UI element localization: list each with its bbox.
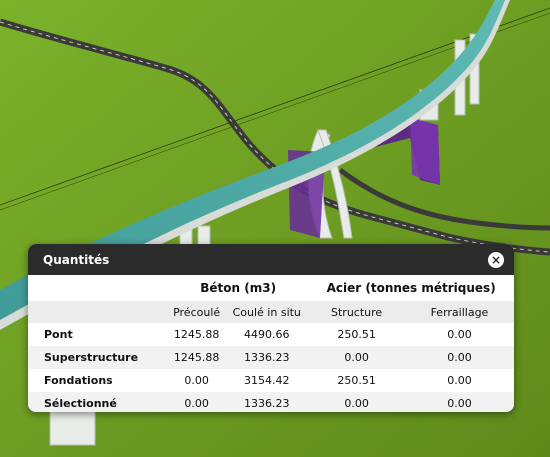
column-header: Ferraillage xyxy=(404,301,514,323)
table-cell: 4490.66 xyxy=(244,328,290,341)
close-button[interactable]: × xyxy=(488,251,504,268)
table-cell: 1245.88 xyxy=(168,346,226,369)
row-label: Pont xyxy=(44,328,73,341)
column-header: Coulé in situ xyxy=(225,301,309,323)
table-cell: 250.51 xyxy=(337,374,376,387)
table-cell: 1245.88 xyxy=(173,328,220,341)
group-acier-header: Acier (tonnes métriques) xyxy=(326,281,496,295)
quantities-table: Béton (m3) Acier (tonnes métriques) Préc… xyxy=(28,275,514,412)
table-cell: 0.00 xyxy=(404,392,514,412)
table-cell: 1336.23 xyxy=(225,346,309,369)
table-cell: 250.51 xyxy=(337,328,376,341)
table-cell: 3154.42 xyxy=(244,374,290,387)
row-label: Fondations xyxy=(44,374,113,387)
table-cell: 0.00 xyxy=(308,346,405,369)
table-cell: 0.00 xyxy=(168,392,226,412)
column-header: Précoulé xyxy=(168,301,226,323)
row-label: Superstructure xyxy=(28,346,168,369)
table-cell: 1336.23 xyxy=(225,392,309,412)
table-cell: 0.00 xyxy=(447,328,472,341)
table-cell: 0.00 xyxy=(308,392,405,412)
row-label: Sélectionné xyxy=(28,392,168,412)
table-row: Sélectionné 0.00 1336.23 0.00 0.00 xyxy=(28,392,514,412)
table-row: Pont 1245.88 4490.66 250.51 0.00 xyxy=(28,323,514,346)
panel-header: Quantités × xyxy=(28,244,514,275)
quantities-panel: Quantités × Béton (m3) Acier (tonnes mét… xyxy=(28,244,514,412)
column-header: Structure xyxy=(308,301,405,323)
column-header-row: Précoulé Coulé in situ Structure Ferrail… xyxy=(28,301,514,323)
panel-title: Quantités xyxy=(43,252,110,267)
table-cell: 0.00 xyxy=(447,374,472,387)
group-header-row: Béton (m3) Acier (tonnes métriques) xyxy=(28,275,514,301)
table-cell: 0.00 xyxy=(404,346,514,369)
table-row: Fondations 0.00 3154.42 250.51 0.00 xyxy=(28,369,514,392)
table-cell: 0.00 xyxy=(184,374,209,387)
group-beton-header: Béton (m3) xyxy=(200,281,277,295)
table-row: Superstructure 1245.88 1336.23 0.00 0.00 xyxy=(28,346,514,369)
